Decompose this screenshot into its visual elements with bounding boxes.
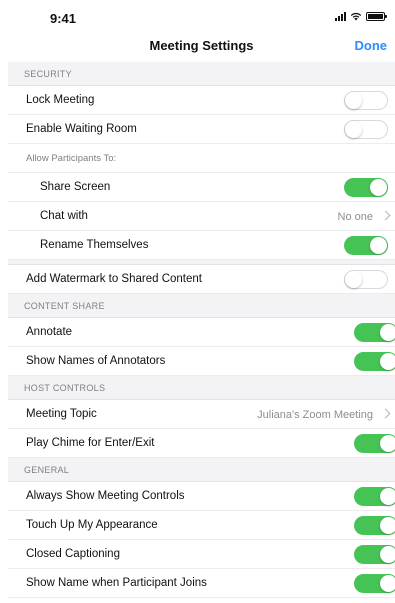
rename-themselves-row: Rename Themselves bbox=[8, 231, 395, 260]
play-chime-row: Play Chime for Enter/Exit bbox=[8, 429, 395, 458]
always-show-controls-label: Always Show Meeting Controls bbox=[26, 490, 185, 502]
lock-meeting-toggle[interactable] bbox=[344, 91, 388, 110]
closed-captioning-row: Closed Captioning bbox=[8, 540, 395, 569]
status-time: 9:41 bbox=[50, 11, 77, 26]
play-chime-toggle[interactable] bbox=[354, 434, 395, 453]
rename-themselves-label: Rename Themselves bbox=[40, 239, 149, 251]
share-screen-toggle[interactable] bbox=[344, 178, 388, 197]
touch-up-appearance-label: Touch Up My Appearance bbox=[26, 519, 158, 531]
section-header-host-controls: HOST CONTROLS bbox=[8, 376, 395, 400]
closed-captioning-label: Closed Captioning bbox=[26, 548, 120, 560]
cellular-signal-icon bbox=[335, 12, 346, 21]
share-screen-label: Share Screen bbox=[40, 181, 111, 193]
annotate-row: Annotate bbox=[8, 318, 395, 347]
chat-with-row[interactable]: Chat with No one bbox=[8, 202, 395, 231]
section-header-content-share: CONTENT SHARE bbox=[8, 294, 395, 318]
lock-meeting-row: Lock Meeting bbox=[8, 86, 395, 115]
chevron-right-icon bbox=[380, 210, 391, 221]
closed-captioning-toggle[interactable] bbox=[354, 545, 395, 564]
waiting-room-row: Enable Waiting Room bbox=[8, 115, 395, 144]
show-name-joins-label: Show Name when Participant Joins bbox=[26, 577, 207, 589]
show-names-annotators-label: Show Names of Annotators bbox=[26, 355, 166, 367]
meeting-settings-screen: 9:41 Meeting Settings Done SECURITY Lock… bbox=[8, 0, 395, 603]
waiting-room-label: Enable Waiting Room bbox=[26, 123, 137, 135]
always-show-controls-row: Always Show Meeting Controls bbox=[8, 482, 395, 511]
play-chime-label: Play Chime for Enter/Exit bbox=[26, 437, 155, 449]
show-name-joins-toggle[interactable] bbox=[354, 574, 395, 593]
wifi-icon bbox=[350, 12, 362, 21]
done-button[interactable]: Done bbox=[355, 38, 388, 53]
chevron-right-icon bbox=[380, 408, 391, 419]
annotate-label: Annotate bbox=[26, 326, 73, 338]
page-title: Meeting Settings bbox=[149, 38, 254, 53]
battery-icon bbox=[366, 12, 387, 21]
chat-with-value: No one bbox=[337, 211, 373, 223]
touch-up-appearance-row: Touch Up My Appearance bbox=[8, 511, 395, 540]
share-screen-row: Share Screen bbox=[8, 173, 395, 202]
status-icons bbox=[335, 12, 387, 21]
always-show-controls-toggle[interactable] bbox=[354, 487, 395, 506]
annotate-toggle[interactable] bbox=[354, 323, 395, 342]
section-header-security: SECURITY bbox=[8, 62, 395, 86]
allow-participants-subheader: Allow Participants To: bbox=[8, 144, 395, 173]
waiting-room-toggle[interactable] bbox=[344, 120, 388, 139]
watermark-label: Add Watermark to Shared Content bbox=[26, 273, 202, 285]
meeting-topic-label: Meeting Topic bbox=[26, 408, 97, 420]
section-header-general: GENERAL bbox=[8, 458, 395, 482]
show-name-joins-row: Show Name when Participant Joins bbox=[8, 569, 395, 598]
chat-with-label: Chat with bbox=[40, 210, 88, 222]
meeting-topic-value: Juliana's Zoom Meeting bbox=[257, 409, 373, 421]
settings-list: SECURITY Lock Meeting Enable Waiting Roo… bbox=[8, 62, 395, 598]
watermark-toggle[interactable] bbox=[344, 270, 388, 289]
touch-up-appearance-toggle[interactable] bbox=[354, 516, 395, 535]
lock-meeting-label: Lock Meeting bbox=[26, 94, 95, 106]
show-names-annotators-row: Show Names of Annotators bbox=[8, 347, 395, 376]
show-names-annotators-toggle[interactable] bbox=[354, 352, 395, 371]
allow-participants-label: Allow Participants To: bbox=[26, 153, 117, 164]
meeting-topic-row[interactable]: Meeting Topic Juliana's Zoom Meeting bbox=[8, 400, 395, 429]
watermark-row: Add Watermark to Shared Content bbox=[8, 265, 395, 294]
navigation-bar: Meeting Settings Done bbox=[8, 30, 395, 60]
rename-themselves-toggle[interactable] bbox=[344, 236, 388, 255]
status-bar: 9:41 bbox=[8, 0, 395, 30]
